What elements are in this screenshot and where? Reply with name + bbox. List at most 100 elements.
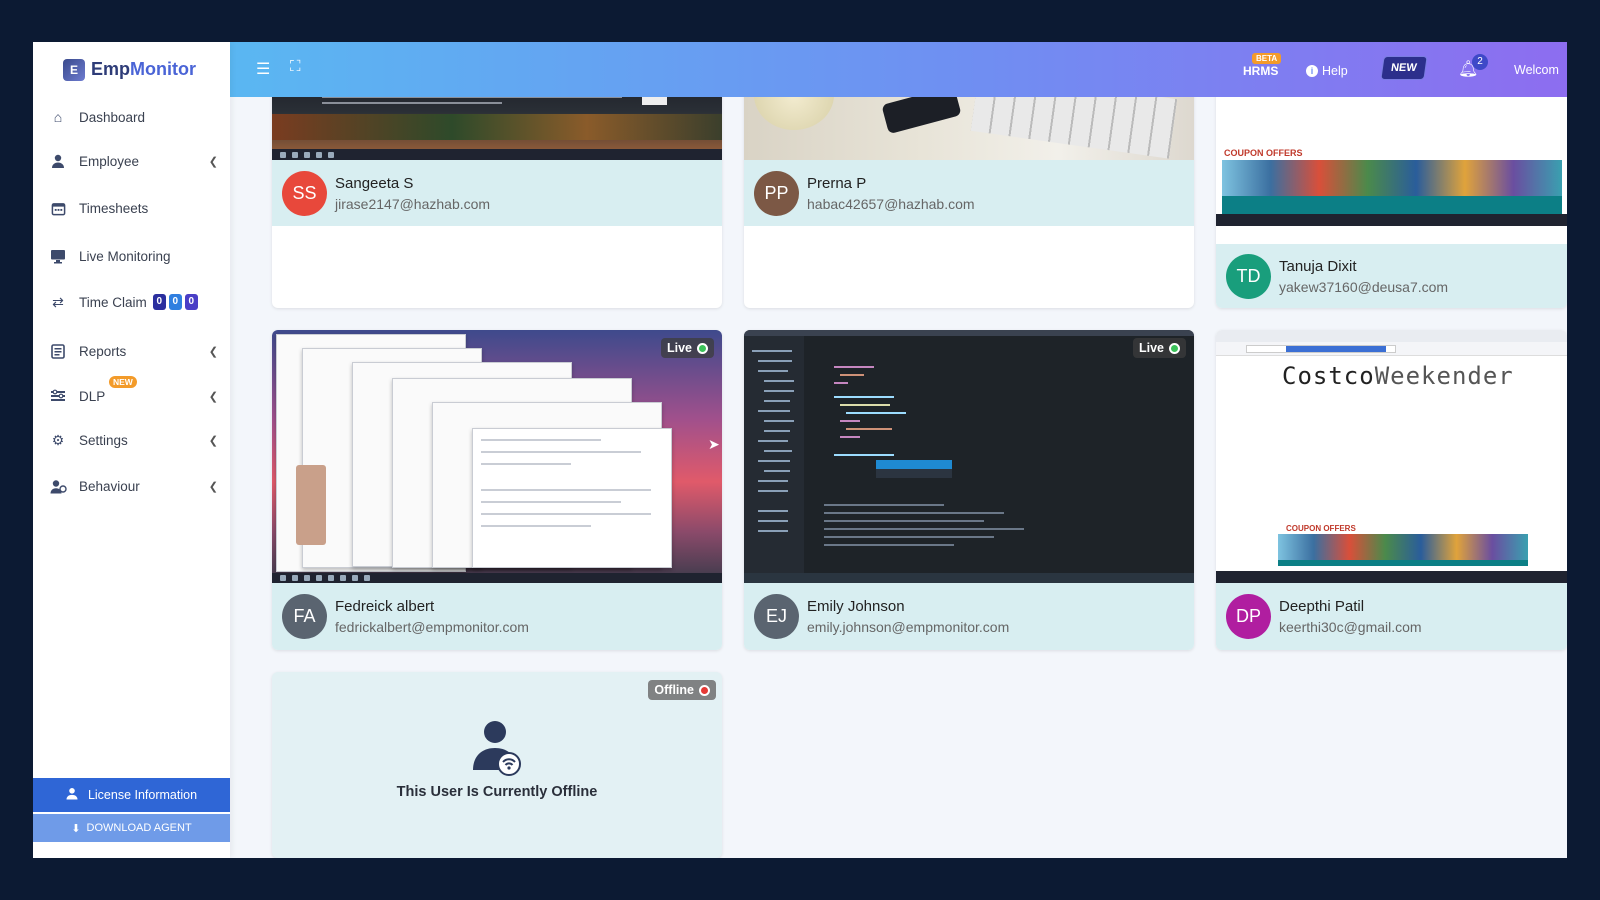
live-status-badge: Live [1132,338,1186,358]
sidebar-item-live-monitoring[interactable]: Live Monitoring [33,236,230,276]
welcome-user-menu[interactable]: Welcom [1514,63,1559,77]
dlp-new-badge: NEW [109,376,137,388]
screenshot-thumbnail[interactable]: ➤ Live [272,330,722,583]
employee-card[interactable]: PP Prerna P habac42657@hazhab.com [744,80,1194,308]
sidebar-item-label: DLP [79,388,106,404]
hamburger-menu-icon[interactable]: ☰ [256,59,270,79]
time-claim-count-badge: 0 [184,294,198,310]
sidebar-item-label: Timesheets [79,200,149,216]
employee-card[interactable]: Live EJ Emily Johnson emily.johnson@empm… [744,330,1194,650]
employee-email: emily.johnson@empmonitor.com [807,619,1010,635]
employee-info: FA Fedreick albert fedrickalbert@empmoni… [272,583,722,650]
fullscreen-icon[interactable]: ⛶ [290,58,301,75]
top-header: ☰ ⛶ BETA HRMS i Help NEW 🔔︎ 2 Welcom [230,42,1567,97]
license-information-label: License Information [87,788,198,802]
sidebar-item-label: Dashboard [79,109,146,125]
help-link[interactable]: i Help [1306,64,1348,78]
live-label: Live [1138,341,1164,355]
screenshot-thumbnail[interactable]: CostcoWeekender COUPON OFFERS [1216,330,1567,583]
coupon-offers-label: COUPON OFFERS [1224,148,1303,158]
sidebar-item-label: Settings [79,432,128,448]
employee-name[interactable]: Emily Johnson [807,598,1009,615]
app-window: E EmpMonitor ⌂ Dashboard Employee ❮ Time… [33,42,1567,858]
mouse-cursor-icon: ➤ [708,436,720,452]
avatar: PP [754,170,799,216]
time-claim-count-badge: 0 [152,294,166,310]
employee-email: yakew37160@deusa7.com [1279,278,1449,295]
chevron-left-icon: ❮ [208,480,218,493]
employee-card[interactable]: CostcoWeekender COUPON OFFERS DP Deepthi… [1216,330,1567,650]
user-icon [49,152,67,170]
brand-logo[interactable]: E EmpMonitor [33,42,230,97]
sidebar-item-dashboard[interactable]: ⌂ Dashboard [33,97,230,137]
screenshot-thumbnail[interactable]: COUPON OFFERS [1216,80,1567,244]
employee-name[interactable]: Sangeeta S [335,175,490,192]
sidebar-item-settings[interactable]: ⚙ Settings ❮ [33,420,230,460]
avatar: SS [282,170,327,216]
sidebar-item-behaviour[interactable]: Behaviour ❮ [33,466,230,506]
offline-message: This User Is Currently Offline [396,784,598,800]
sidebar-item-label: Employee [79,153,140,169]
employee-email: keerthi30c@gmail.com [1279,619,1422,635]
dlp-icon [49,387,67,405]
sidebar-item-label: Time Claim [79,294,147,310]
live-status-badge: Live [660,338,714,358]
chevron-left-icon: ❮ [208,434,218,447]
license-information-button[interactable]: License Information [33,778,230,812]
employee-info: PP Prerna P habac42657@hazhab.com [744,160,1194,226]
sidebar: E EmpMonitor ⌂ Dashboard Employee ❮ Time… [33,42,230,858]
notification-count-badge: 2 [1472,54,1488,70]
employee-name[interactable]: Fedreick albert [335,598,529,615]
time-claim-count-badge: 0 [168,294,182,310]
hrms-beta-badge: BETA [1252,53,1282,64]
brand-name: EmpMonitor [91,59,196,80]
avatar: EJ [754,594,799,639]
empmonitor-logo-icon: E [63,58,85,81]
monitor-icon [49,247,67,265]
sidebar-item-dlp[interactable]: DLP NEW ❮ [33,376,230,416]
employee-email: fedrickalbert@empmonitor.com [335,619,529,635]
avatar: DP [1226,594,1271,639]
sidebar-item-time-claim[interactable]: ⇄ Time Claim 0 0 0 [33,282,230,322]
time-claim-badges: 0 0 0 [152,294,198,310]
sidebar-item-label: Behaviour [79,478,140,494]
home-icon: ⌂ [53,109,63,125]
weekender-text: Weekender [1374,362,1514,390]
download-agent-button[interactable]: ⬇ DOWNLOAD AGENT [33,814,230,842]
hrms-link[interactable]: HRMS [1243,64,1278,78]
employee-info: EJ Emily Johnson emily.johnson@empmonito… [744,583,1194,650]
calendar-icon [49,199,67,217]
chevron-left-icon: ❮ [208,155,218,168]
new-feature-button[interactable]: NEW [1380,56,1428,80]
sidebar-item-label: Reports [79,343,127,359]
employee-card[interactable]: SS Sangeeta S jirase2147@hazhab.com [272,80,722,308]
costco-weekender-heading: CostcoWeekender [1282,362,1514,390]
brand-name-part1: Emp [91,59,131,79]
employee-info: DP Deepthi Patil keerthi30c@gmail.com [1216,583,1567,650]
info-icon: i [1306,65,1318,77]
download-agent-label: DOWNLOAD AGENT [86,822,192,834]
live-dot-icon [697,342,708,354]
sidebar-item-employee[interactable]: Employee ❮ [33,141,230,181]
employee-card[interactable]: COUPON OFFERS TD Tanuja Dixit yakew37160… [1216,80,1567,308]
offline-user-icon [272,720,722,781]
employee-name[interactable]: Deepthi Patil [1279,598,1422,615]
employee-email: jirase2147@hazhab.com [335,195,491,212]
employee-info: TD Tanuja Dixit yakew37160@deusa7.com [1216,244,1567,308]
license-user-icon [66,787,78,803]
sidebar-item-timesheets[interactable]: Timesheets [33,188,230,228]
swap-icon: ⇄ [52,293,64,310]
employee-email: habac42657@hazhab.com [807,195,975,212]
offline-dot-icon [699,684,710,696]
sidebar-item-reports[interactable]: Reports ❮ [33,331,230,371]
costco-text: Costco [1282,362,1375,390]
offline-employee-card[interactable]: Offline This User Is Currently Offline [272,672,722,858]
employee-info: SS Sangeeta S jirase2147@hazhab.com [272,160,722,226]
sidebar-item-label: Live Monitoring [79,248,171,264]
employee-name[interactable]: Prerna P [807,175,975,192]
gear-icon: ⚙ [51,431,65,448]
employee-card[interactable]: ➤ Live FA Fedreick albert fedrickalbert@… [272,330,722,650]
screenshot-thumbnail[interactable]: Live [744,330,1194,583]
help-label: Help [1322,64,1348,78]
employee-name[interactable]: Tanuja Dixit [1279,258,1448,275]
